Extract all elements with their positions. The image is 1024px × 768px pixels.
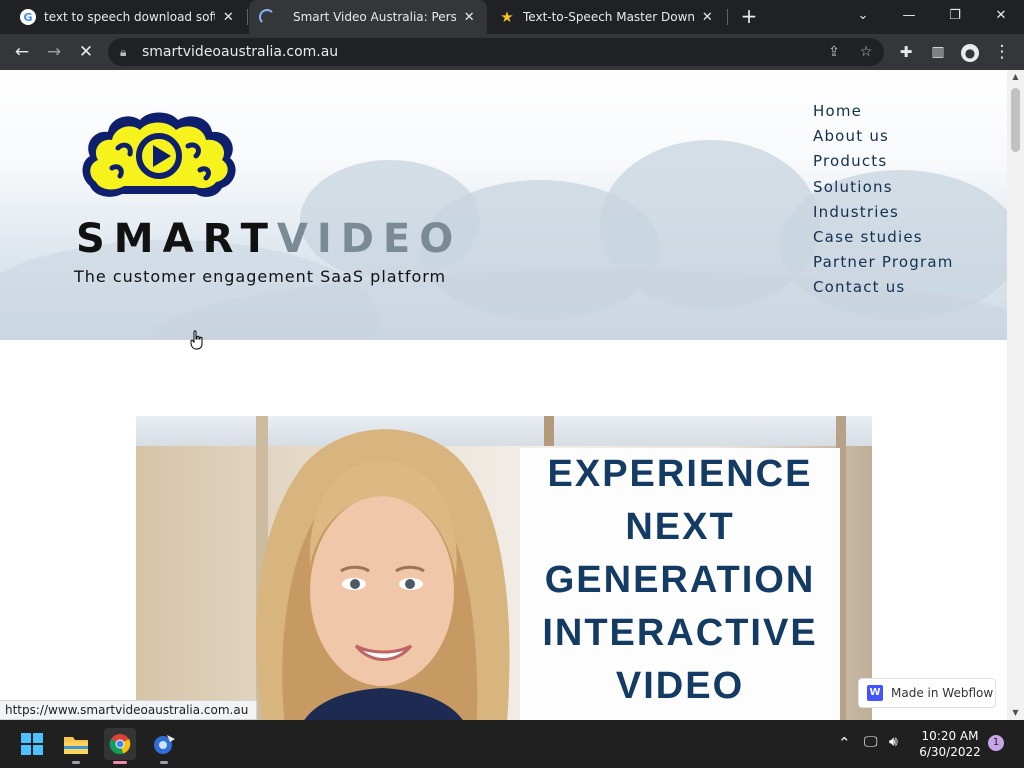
hero-headline-line: EXPERIENCE: [547, 453, 813, 495]
chrome-taskbar-icon[interactable]: [104, 728, 136, 764]
kebab-menu-icon[interactable]: ⋮: [990, 40, 1014, 64]
scroll-down-arrow-icon[interactable]: ▼: [1007, 706, 1024, 720]
hero-headline-box: EXPERIENCE NEXT GENERATION INTERACTIVE V…: [520, 448, 840, 720]
browser-toolbar: ← → ✕ 🔒︎ smartvideoaustralia.com.au ⇪ ☆ …: [0, 34, 1024, 70]
show-hidden-icons-chevron-icon[interactable]: ⌃: [838, 734, 851, 752]
file-explorer-icon[interactable]: [60, 728, 92, 764]
webflow-logo-icon: W: [867, 685, 883, 701]
link-hover-status: https://www.smartvideoaustralia.com.au: [0, 700, 258, 720]
tab-strip: G text to speech download softwar ✕ Smar…: [0, 0, 1024, 34]
hero-headline-line: NEXT: [625, 506, 735, 548]
page-viewport: SMARTVIDEO The customer engagement SaaS …: [0, 70, 1007, 720]
page-scrollbar[interactable]: ▲ ▼: [1007, 70, 1024, 720]
made-in-webflow-badge[interactable]: W Made in Webflow: [858, 678, 996, 708]
brand-tagline: The customer engagement SaaS platform: [74, 267, 447, 286]
extensions-puzzle-icon[interactable]: ✚: [894, 40, 918, 64]
share-icon[interactable]: ⇪: [822, 38, 846, 66]
system-clock[interactable]: 10:20 AM 6/30/2022: [918, 728, 982, 760]
close-window-button[interactable]: ✕: [978, 0, 1024, 30]
close-tab-icon[interactable]: ✕: [700, 9, 715, 25]
hand-pointer-cursor-icon: [190, 330, 203, 350]
nav-link-partner-program[interactable]: Partner Program: [813, 251, 954, 276]
clock-time: 10:20 AM: [921, 729, 979, 743]
presenter-photo: [256, 429, 510, 720]
hero-video[interactable]: EXPERIENCE NEXT GENERATION INTERACTIVE V…: [136, 416, 872, 720]
hero-headline-line: INTERACTIVE: [542, 612, 818, 654]
tab-smart-video-australia[interactable]: Smart Video Australia: Personalis ✕: [249, 0, 487, 34]
profile-avatar-icon[interactable]: ●: [958, 40, 982, 64]
google-icon: G: [20, 9, 36, 25]
nav-link-products[interactable]: Products: [813, 150, 954, 175]
nav-link-contact-us[interactable]: Contact us: [813, 276, 954, 301]
scroll-up-arrow-icon[interactable]: ▲: [1007, 70, 1024, 84]
media-app-taskbar-icon[interactable]: [148, 728, 180, 764]
tab-text-to-speech-search[interactable]: G text to speech download softwar ✕: [10, 0, 246, 34]
back-arrow-icon[interactable]: ←: [10, 40, 34, 64]
volume-icon[interactable]: 🔊︎: [889, 734, 898, 750]
bookmark-star-icon[interactable]: ☆: [854, 38, 878, 66]
hero-headline-line: VIDEO: [615, 665, 745, 707]
hero-headline-line: GENERATION: [544, 559, 816, 601]
brand-word-video: VIDEO: [276, 216, 463, 262]
badge-label: Made in Webflow: [891, 686, 994, 700]
address-bar[interactable]: 🔒︎ smartvideoaustralia.com.au ⇪ ☆: [108, 38, 884, 66]
nav-link-industries[interactable]: Industries: [813, 201, 954, 226]
close-tab-icon[interactable]: ✕: [462, 9, 477, 25]
stop-loading-icon[interactable]: ✕: [74, 40, 98, 64]
tab-title: text to speech download softwar: [44, 10, 215, 24]
nav-link-solutions[interactable]: Solutions: [813, 176, 954, 201]
nav-link-case-studies[interactable]: Case studies: [813, 226, 954, 251]
address-url: smartvideoaustralia.com.au: [142, 44, 339, 60]
brand-word-smart: SMART: [76, 216, 277, 262]
clock-date: 6/30/2022: [919, 745, 981, 759]
lock-icon[interactable]: 🔒︎: [120, 38, 126, 66]
minimize-button[interactable]: —: [886, 0, 932, 30]
windows-taskbar: ⌃ 🖵︎ 🔊︎ 10:20 AM 6/30/2022 1: [0, 720, 1024, 768]
tab-title: Smart Video Australia: Personalis: [293, 10, 456, 24]
main-navigation: Home About us Products Solutions Industr…: [813, 100, 954, 302]
loading-spinner-icon: [259, 9, 275, 25]
forward-arrow-icon[interactable]: →: [42, 40, 66, 64]
nav-link-about-us[interactable]: About us: [813, 125, 954, 150]
tab-separator: [247, 9, 248, 25]
tab-separator: [727, 9, 728, 25]
notification-badge[interactable]: 1: [988, 735, 1004, 751]
restore-button[interactable]: ❐: [932, 0, 978, 30]
tab-text-to-speech-master[interactable]: ★ Text-to-Speech Master Downloac ✕: [489, 0, 725, 34]
network-icon[interactable]: 🖵︎: [864, 734, 878, 750]
scrollbar-thumb[interactable]: [1011, 88, 1020, 152]
tab-title: Text-to-Speech Master Downloac: [523, 10, 694, 24]
close-tab-icon[interactable]: ✕: [221, 9, 236, 25]
brand-wordmark[interactable]: SMARTVIDEO: [76, 216, 462, 262]
smartvideo-brain-logo[interactable]: [78, 108, 240, 200]
new-tab-button[interactable]: +: [738, 6, 760, 28]
nav-link-home[interactable]: Home: [813, 100, 954, 125]
header-banner: SMARTVIDEO The customer engagement SaaS …: [0, 70, 1007, 340]
windows-start-icon[interactable]: [16, 728, 48, 760]
side-panel-icon[interactable]: ▥: [926, 40, 950, 64]
tab-search-button[interactable]: ⌄: [840, 0, 886, 30]
star-icon: ★: [500, 8, 514, 26]
